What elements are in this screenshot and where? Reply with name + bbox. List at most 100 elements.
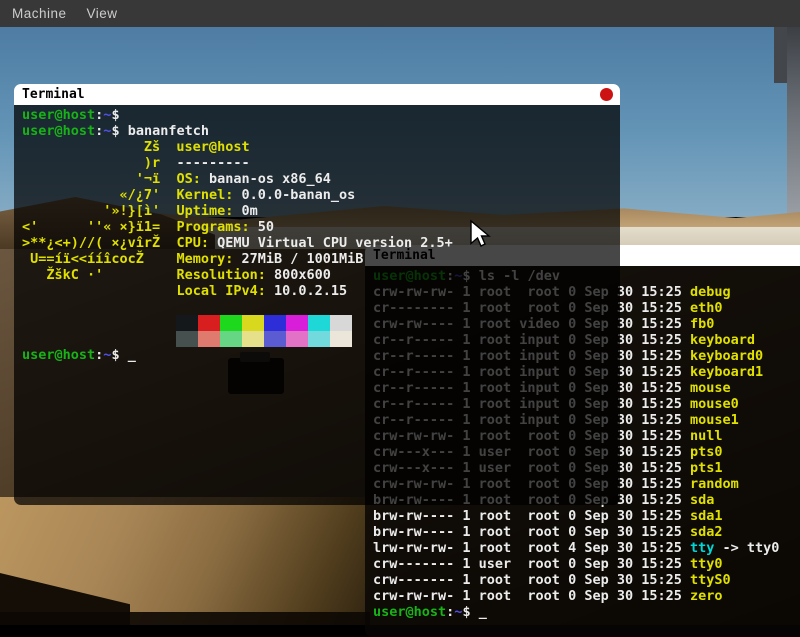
palette-swatch [220,331,242,347]
terminal-text: lrw-rw-rw- 1 root root 4 Sep 30 15:25 [373,540,690,556]
terminal-line: '»!}[ì' Uptime: 0m [22,203,612,219]
terminal-text: U==íï<<ííîcocŽ [22,251,176,267]
terminal-text [22,315,176,331]
terminal-text: random [690,476,739,492]
terminal-text: sda1 [690,508,723,524]
terminal-line: '¬ï OS: banan-os x86_64 [22,171,612,187]
menu-item-view[interactable]: View [85,4,120,23]
terminal-text: >**¿<+)//( ×¿vîrŽ [22,235,176,251]
terminal-text: crw-rw-rw- 1 root root 0 Sep 30 15:25 [373,588,690,604]
terminal-text: mouse0 [690,396,739,412]
terminal-window-1[interactable]: Terminal user@host:~$user@host:~$ bananf… [14,84,620,505]
terminal-text: 0m [233,203,257,219]
palette-swatch [242,315,264,331]
close-button-icon[interactable] [600,88,613,101]
terminal-text [22,283,176,299]
terminal-text: 10.0.2.15 [266,283,347,299]
terminal-text: CPU: [176,235,209,251]
terminal-text: user@host [22,347,95,363]
terminal-text: Resolution: [176,267,265,283]
terminal-line: <' ''« ×}ï1= Programs: 50 [22,219,612,235]
palette-swatch [264,315,286,331]
terminal-text: mouse1 [690,412,739,428]
terminal-text: banan-os x86_64 [201,171,331,187]
wallpaper-edge-strip [787,27,800,215]
terminal-text: $ _ [111,347,135,363]
terminal-text: brw-rw---- 1 root root 0 Sep 30 15:25 [373,524,690,540]
terminal-text: pts1 [690,460,723,476]
terminal-text: Zš user@host [22,139,250,155]
terminal-text: _ [479,604,487,620]
terminal-line [22,299,612,315]
terminal-text: brw-rw---- 1 root root 0 Sep 30 15:25 [373,508,690,524]
terminal-text: Local IPv4: [176,283,265,299]
palette-swatch [308,331,330,347]
terminal-text: )r [22,155,176,171]
terminal-line: ŽškC ·' Resolution: 800x600 [22,267,612,283]
terminal1-content[interactable]: user@host:~$user@host:~$ bananfetch Zš u… [14,105,620,505]
terminal-line [22,315,612,331]
terminal-text: sda2 [690,524,723,540]
terminal-line: brw-rw---- 1 root root 0 Sep 30 15:25 sd… [373,524,800,540]
terminal-text: $ [111,107,119,123]
terminal-text: $ [462,604,478,620]
terminal-text: Kernel: [176,187,233,203]
terminal-text: ttyS0 [690,572,731,588]
terminal-text: «/¿7' [22,187,176,203]
terminal-text: Uptime: [176,203,233,219]
terminal-text: $ bananfetch [111,123,209,139]
palette-swatch [286,331,308,347]
terminal-text: null [690,428,723,444]
terminal-text: 0.0.0-banan_os [233,187,355,203]
vm-menu-bar: Machine View [0,0,800,27]
menu-item-machine[interactable]: Machine [10,4,69,23]
terminal-text: user@host [22,107,95,123]
terminal-line: user@host:~$ bananfetch [22,123,612,139]
terminal-text: QEMU Virtual CPU version 2.5+ [209,235,453,251]
terminal-line: )r --------- [22,155,612,171]
wallpaper-bottom-shadow [0,612,370,625]
terminal-line: lrw-rw-rw- 1 root root 4 Sep 30 15:25 tt… [373,540,800,556]
terminal-text: tty [690,540,714,556]
terminal-line: user@host:~$ [22,107,612,123]
terminal1-titlebar[interactable]: Terminal [14,84,620,105]
terminal-text: keyboard1 [690,364,763,380]
palette-swatch [220,315,242,331]
terminal-line: >**¿<+)//( ×¿vîrŽ CPU: QEMU Virtual CPU … [22,235,612,251]
palette-swatch [264,331,286,347]
terminal-text: '»!}[ì' [22,203,176,219]
terminal-line: U==íï<<ííîcocŽ Memory: 27MiB / 1001MiB [22,251,612,267]
terminal-text: ŽškC ·' [22,267,176,283]
palette-swatch [286,315,308,331]
terminal-line: Local IPv4: 10.0.2.15 [22,283,612,299]
terminal-line [22,331,612,347]
terminal-text: zero [690,588,723,604]
terminal-text: user@host [22,123,95,139]
terminal-line: user@host:~$ _ [373,604,800,620]
terminal-text: OS: [176,171,200,187]
terminal-text: debug [690,284,731,300]
terminal-text: '¬ï [22,171,176,187]
terminal1-title: Terminal [22,87,85,102]
mouse-cursor-icon [469,219,491,248]
terminal-text: crw------- 1 root root 0 Sep 30 15:25 [373,572,690,588]
terminal-text: pts0 [690,444,723,460]
terminal-text: sda [690,492,714,508]
terminal-line: crw------- 1 root root 0 Sep 30 15:25 tt… [373,572,800,588]
terminal-text: 50 [250,219,274,235]
terminal-text: tty0 [690,556,723,572]
terminal-line: Zš user@host [22,139,612,155]
terminal-line: «/¿7' Kernel: 0.0.0-banan_os [22,187,612,203]
palette-swatch [198,331,220,347]
terminal-text: Programs: [176,219,249,235]
terminal-text: 800x600 [266,267,331,283]
terminal-text [22,331,176,347]
terminal-text: eth0 [690,300,723,316]
palette-swatch [198,315,220,331]
terminal-text: keyboard0 [690,348,763,364]
terminal-text: -> tty0 [714,540,779,556]
terminal-text: fb0 [690,316,714,332]
terminal-line: user@host:~$ _ [22,347,612,363]
terminal-text: 27MiB / 1001MiB [233,251,363,267]
terminal-line: crw------- 1 user root 0 Sep 30 15:25 tt… [373,556,800,572]
